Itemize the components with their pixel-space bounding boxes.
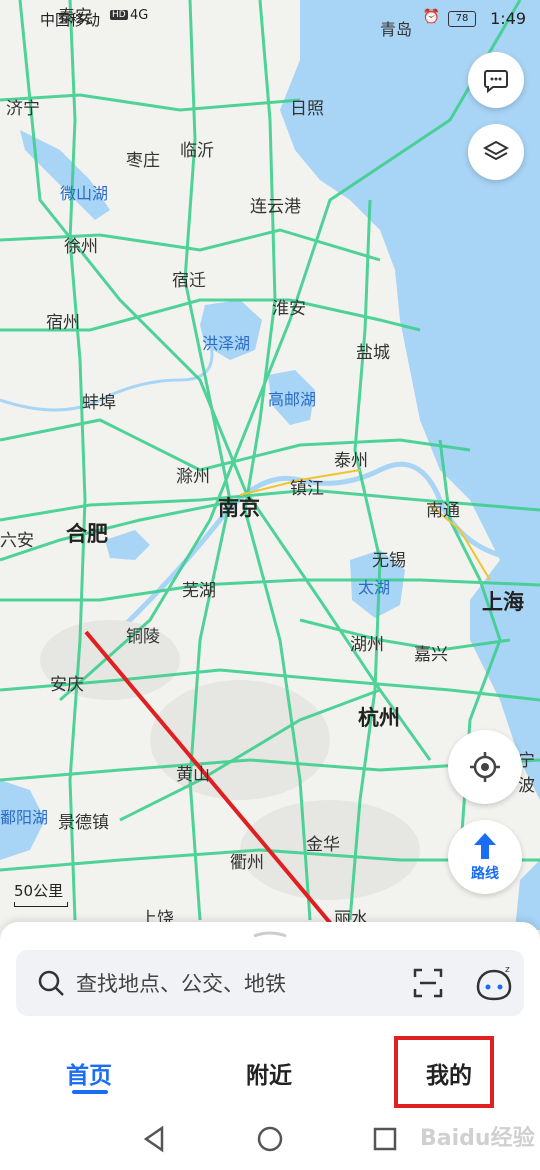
locate-icon xyxy=(470,752,500,782)
city-label[interactable]: 连云港 xyxy=(250,192,301,217)
status-bar: 中国移动 HD 4G ⏰ 78 1:49 xyxy=(0,0,540,38)
active-tab-indicator xyxy=(72,1090,108,1094)
alarm-icon: ⏰ xyxy=(422,9,440,25)
svg-text:z: z xyxy=(505,965,510,975)
city-label[interactable]: 临沂 xyxy=(180,136,214,161)
city-label[interactable]: 铜陵 xyxy=(126,622,160,647)
tab-home[interactable]: 首页 xyxy=(66,1056,112,1090)
city-label[interactable]: 嘉兴 xyxy=(414,640,448,665)
message-icon xyxy=(484,70,508,94)
scale-bar xyxy=(14,902,68,907)
signal-label: 4G xyxy=(130,8,149,23)
scan-icon[interactable] xyxy=(412,967,444,999)
route-button[interactable]: 路线 xyxy=(448,820,522,894)
city-label[interactable]: 无锡 xyxy=(372,546,406,571)
carrier-label: 中国移动 xyxy=(40,11,101,29)
city-label[interactable]: 合肥 xyxy=(66,518,108,548)
city-label[interactable]: 滁州 xyxy=(176,462,210,487)
locate-button[interactable] xyxy=(448,730,522,804)
city-label[interactable]: 宿迁 xyxy=(172,266,206,291)
search-icon xyxy=(38,970,64,996)
city-label[interactable]: 镇江 xyxy=(290,474,324,499)
city-label[interactable]: 金华 xyxy=(306,830,340,855)
tab-nearby[interactable]: 附近 xyxy=(246,1056,292,1090)
city-label[interactable]: 盐城 xyxy=(356,338,390,363)
search-bar[interactable]: 查找地点、公交、地铁 z xyxy=(16,950,524,1016)
layers-button[interactable] xyxy=(468,124,524,180)
network-badge: HD xyxy=(110,10,128,20)
search-placeholder[interactable]: 查找地点、公交、地铁 xyxy=(76,968,412,998)
clock: 1:49 xyxy=(490,9,526,28)
back-icon[interactable] xyxy=(140,1124,170,1154)
city-label[interactable]: 安庆 xyxy=(50,670,84,695)
lake-label: 洪泽湖 xyxy=(202,334,251,353)
city-label[interactable]: 景德镇 xyxy=(58,808,109,833)
city-label[interactable]: 杭州 xyxy=(358,702,400,732)
feedback-button[interactable] xyxy=(468,52,524,108)
scale-label: 50公里 xyxy=(14,882,64,900)
map-scale: 50公里 xyxy=(14,880,68,907)
city-label[interactable]: 湖州 xyxy=(350,630,384,655)
city-label[interactable]: 黄山 xyxy=(176,760,210,785)
lake-label: 高邮湖 xyxy=(268,390,317,409)
city-label[interactable]: 芜湖 xyxy=(182,576,216,601)
city-label[interactable]: 泰州 xyxy=(334,446,368,471)
city-label[interactable]: 上海 xyxy=(482,586,524,616)
route-label: 路线 xyxy=(471,866,499,882)
city-label[interactable]: 六安 xyxy=(0,526,34,551)
route-arrow-icon xyxy=(474,833,496,859)
city-label[interactable]: 济宁 xyxy=(6,94,40,119)
city-label[interactable]: 徐州 xyxy=(64,232,98,257)
annotation-highlight-box xyxy=(394,1036,494,1108)
lake-label: 太湖 xyxy=(358,578,391,597)
city-label[interactable]: 蚌埠 xyxy=(82,388,116,413)
city-label[interactable]: 枣庄 xyxy=(126,146,160,171)
city-label[interactable]: 淮安 xyxy=(272,294,306,319)
lake-label: 鄱阳湖 xyxy=(0,808,49,827)
lake-label: 微山湖 xyxy=(60,184,109,203)
battery-level: 78 xyxy=(448,11,476,27)
city-label[interactable]: 衢州 xyxy=(230,848,264,873)
drag-handle-icon[interactable] xyxy=(252,930,288,938)
layers-icon xyxy=(482,140,510,161)
watermark: Baidu经验 xyxy=(420,1126,535,1151)
city-label[interactable]: 南京 xyxy=(218,492,260,522)
home-icon[interactable] xyxy=(255,1124,285,1154)
city-label[interactable]: 宿州 xyxy=(46,308,80,333)
assistant-icon[interactable]: z xyxy=(474,963,514,1003)
recents-icon[interactable] xyxy=(370,1124,400,1154)
city-label[interactable]: 南通 xyxy=(426,496,460,521)
city-label[interactable]: 日照 xyxy=(290,94,324,119)
